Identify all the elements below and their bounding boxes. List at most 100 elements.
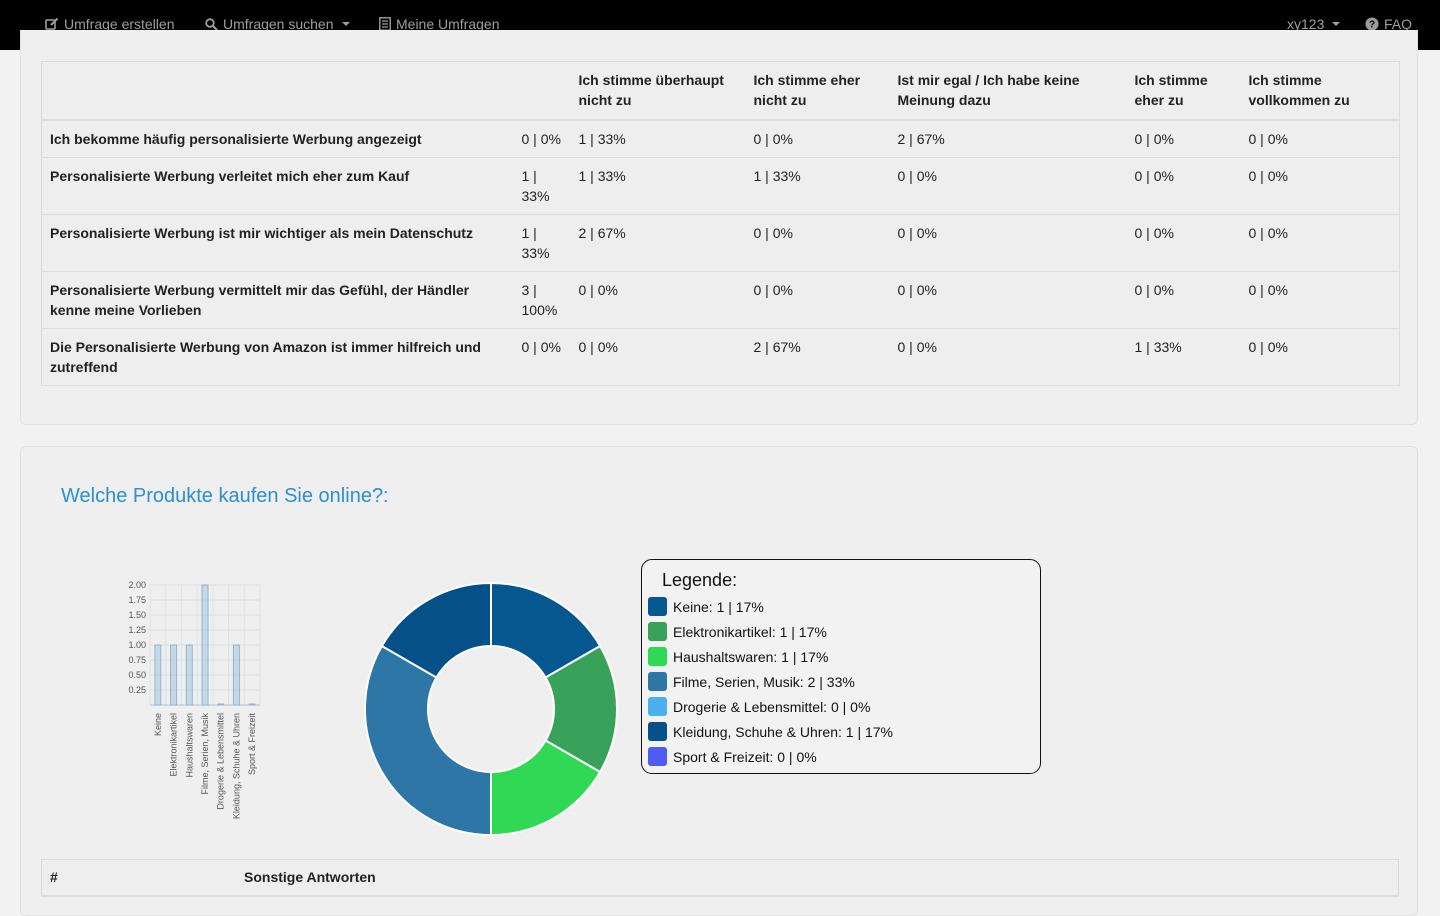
x-tick-label: Keine	[153, 713, 163, 736]
result-cell: 0 | 0%	[513, 328, 571, 386]
legend-title: Legende:	[662, 570, 738, 590]
legend-item: Haushaltswaren: 1 | 17%	[648, 647, 828, 666]
legend-label: Haushaltswaren: 1 | 17%	[673, 648, 829, 665]
bar	[201, 584, 209, 706]
column-header: Ich stimme überhaupt nicht zu	[570, 61, 746, 121]
legend-swatch	[648, 697, 667, 716]
column-header	[41, 61, 514, 121]
legend-label: Kleidung, Schuhe & Uhren: 1 | 17%	[673, 723, 894, 740]
bar-chart: 0.25 0.50 0.75 1.00 1.25 1.50 1.75 2.00 Keine Ele…	[128, 580, 261, 819]
column-header	[513, 61, 571, 121]
legend-swatch	[648, 747, 667, 766]
legend-label: Drogerie & Lebensmittel: 0 | 0%	[673, 698, 871, 715]
result-cell: 0 | 0%	[889, 214, 1127, 272]
bar	[232, 644, 240, 706]
result-cell: 2 | 67%	[570, 214, 746, 272]
bar	[217, 703, 225, 706]
question-title: Welche Produkte kaufen Sie online?:	[61, 485, 389, 507]
search-icon	[205, 17, 218, 31]
y-tick-label: 0.25	[128, 685, 146, 695]
legend-item: Filme, Serien, Musik: 2 | 33%	[648, 672, 855, 691]
legend-swatch	[648, 622, 667, 641]
table-header-row: # Sonstige Antworten	[41, 859, 1399, 897]
legend-item: Drogerie & Lebensmittel: 0 | 0%	[648, 697, 870, 716]
column-header: Ich stimme vollkommen zu	[1240, 61, 1400, 121]
list-icon	[379, 17, 391, 31]
chevron-down-icon	[1332, 22, 1341, 26]
y-tick-label: 1.50	[128, 610, 146, 620]
question-circle-icon: ?	[1365, 17, 1379, 31]
result-cell: 0 | 0%	[1240, 214, 1400, 272]
result-cell: 0 | 0%	[1240, 271, 1400, 329]
legend-item: Keine: 1 | 17%	[648, 597, 764, 616]
table-row: Personalisierte Werbung ist mir wichtige…	[41, 214, 1400, 272]
result-cell: 1 | 33%	[570, 157, 746, 215]
table-row: Personalisierte Werbung vermittelt mir d…	[41, 271, 1400, 329]
donut-slice	[364, 644, 492, 837]
table-header-row: Ich stimme überhaupt nicht zu Ich stimme…	[41, 61, 1400, 121]
result-cell: 3 | 100%	[513, 271, 571, 329]
statement-cell: Ich bekomme häufig personalisierte Werbu…	[41, 119, 514, 158]
result-cell: 1 | 33%	[1126, 328, 1241, 386]
result-cell: 1 | 33%	[513, 157, 571, 215]
bar	[154, 644, 162, 706]
result-cell: 0 | 0%	[889, 271, 1127, 329]
x-tick-label: Sport & Freizeit	[247, 713, 257, 776]
legend-item: Elektronikartikel: 1 | 17%	[648, 622, 827, 641]
bar	[185, 644, 193, 706]
y-tick-label: 1.75	[128, 595, 146, 605]
result-cell: 0 | 0%	[745, 271, 890, 329]
other-answers-table: # Sonstige Antworten	[41, 859, 1399, 897]
statement-cell: Die Personalisierte Werbung von Amazon i…	[41, 328, 514, 386]
result-cell: 0 | 0%	[570, 328, 746, 386]
chevron-down-icon	[341, 22, 350, 26]
result-cell: 0 | 0%	[1240, 328, 1400, 386]
column-header: Ich stimme eher nicht zu	[745, 61, 890, 121]
result-cell: 0 | 0%	[745, 214, 890, 272]
result-cell: 0 | 0%	[1126, 119, 1241, 158]
table-row: Die Personalisierte Werbung von Amazon i…	[41, 328, 1400, 386]
x-tick-label: Drogerie & Lebensmittel	[216, 713, 226, 810]
table-row: Personalisierte Werbung verleitet mich e…	[41, 157, 1400, 215]
donut-chart	[364, 581, 618, 837]
statement-cell: Personalisierte Werbung vermittelt mir d…	[41, 271, 514, 329]
svg-text:?: ?	[1369, 20, 1375, 31]
legend-item: Kleidung, Schuhe & Uhren: 1 | 17%	[648, 722, 893, 741]
result-cell: 1 | 33%	[513, 214, 571, 272]
table-row: Ich bekomme häufig personalisierte Werbu…	[41, 119, 1400, 158]
result-cell: 0 | 0%	[1240, 157, 1400, 215]
edit-icon	[45, 17, 59, 30]
result-cell: 1 | 33%	[570, 119, 746, 158]
result-cell: 0 | 0%	[889, 328, 1127, 386]
column-header: Ich stimme eher zu	[1126, 61, 1241, 121]
y-tick-label: 2.00	[128, 580, 146, 590]
legend-swatch	[648, 672, 667, 691]
legend-label: Keine: 1 | 17%	[673, 598, 764, 615]
result-cell: 0 | 0%	[570, 271, 746, 329]
legend-swatch	[648, 597, 667, 616]
legend-label: Sport & Freizeit: 0 | 0%	[673, 748, 817, 765]
x-tick-label: Filme, Serien, Musik	[200, 713, 210, 795]
legend-swatch	[648, 722, 667, 741]
result-cell: 0 | 0%	[745, 119, 890, 158]
matrix-results-table: Ich stimme überhaupt nicht zu Ich stimme…	[41, 61, 1400, 386]
bar	[170, 644, 178, 706]
result-cell: 0 | 0%	[1126, 214, 1241, 272]
result-cell: 0 | 0%	[889, 157, 1127, 215]
x-tick-label: Haushaltswaren	[184, 713, 194, 778]
legend-item: Sport & Freizeit: 0 | 0%	[648, 747, 817, 766]
x-tick-label: Elektronikartikel	[169, 713, 179, 777]
legend-swatch	[648, 647, 667, 666]
bar	[248, 703, 256, 706]
result-cell: 0 | 0%	[1126, 271, 1241, 329]
result-cell: 0 | 0%	[1126, 157, 1241, 215]
result-cell: 0 | 0%	[513, 119, 571, 158]
result-cell: 1 | 33%	[745, 157, 890, 215]
legend-label: Elektronikartikel: 1 | 17%	[673, 623, 827, 640]
y-tick-label: 1.25	[128, 625, 146, 635]
statement-cell: Personalisierte Werbung verleitet mich e…	[41, 157, 514, 215]
y-tick-label: 0.75	[128, 655, 146, 665]
result-cell: 2 | 67%	[745, 328, 890, 386]
x-tick-label: Kleidung, Schuhe & Uhren	[231, 713, 241, 819]
column-header-hash: #	[41, 859, 236, 897]
